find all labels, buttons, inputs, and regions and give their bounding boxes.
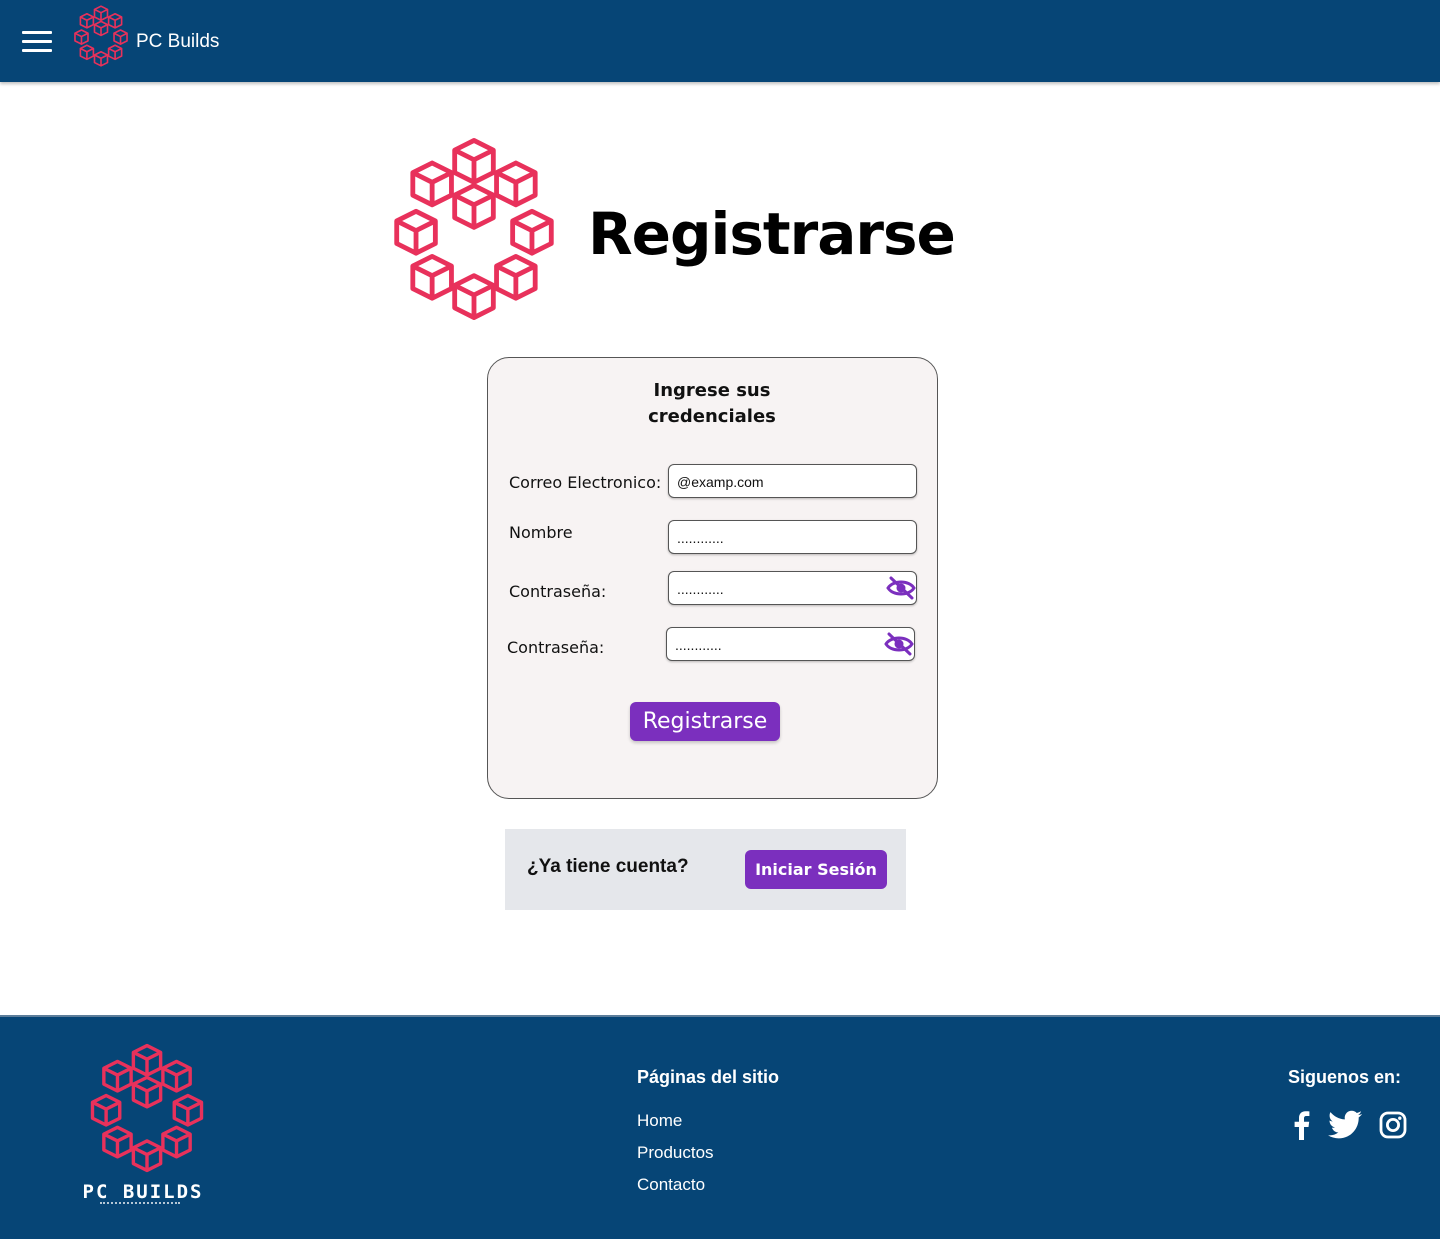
top-navbar: PC Builds (0, 0, 1440, 82)
footer-link-productos[interactable]: Productos (637, 1143, 714, 1163)
login-question: ¿Ya tiene cuenta? (527, 856, 689, 877)
social-heading: Siguenos en: (1288, 1067, 1402, 1087)
instagram-icon[interactable] (1379, 1110, 1407, 1140)
register-button[interactable]: Registrarse (630, 702, 780, 741)
email-field[interactable]: @examp.com (668, 464, 917, 498)
footer-brand: PC BUILDS (82, 1181, 204, 1203)
confirm-password-field[interactable]: ............ (666, 627, 915, 661)
eye-off-icon[interactable] (884, 631, 914, 657)
form-title: Ingrese sus credenciales (488, 378, 936, 430)
email-label: Correo Electronico: (509, 473, 662, 492)
password-label: Contraseña: (509, 582, 607, 601)
form-title-line: credenciales (648, 406, 776, 427)
divider (100, 1202, 180, 1204)
footer-link-contacto[interactable]: Contacto (637, 1175, 705, 1195)
brand-name[interactable]: PC Builds (136, 31, 219, 53)
logo-icon (84, 1041, 210, 1175)
eye-off-icon[interactable] (886, 575, 916, 601)
pages-heading: Páginas del sitio (637, 1067, 780, 1087)
logo-icon[interactable] (72, 4, 130, 68)
login-button[interactable]: Iniciar Sesión (745, 850, 887, 889)
footer-link-home[interactable]: Home (637, 1111, 682, 1131)
twitter-icon[interactable] (1328, 1110, 1363, 1140)
form-title-line: Ingrese sus (653, 380, 771, 401)
confirm-password-label: Contraseña: (507, 638, 605, 657)
password-field[interactable]: ............ (668, 571, 917, 605)
name-label: Nombre (509, 523, 573, 542)
logo-icon (388, 134, 560, 324)
footer: PC BUILDS Páginas del sitio Home Product… (0, 1015, 1440, 1239)
register-form: Ingrese sus credenciales Correo Electron… (487, 357, 938, 799)
facebook-icon[interactable] (1292, 1110, 1310, 1140)
page-title: Registrarse (588, 200, 956, 268)
login-prompt: ¿Ya tiene cuenta? Iniciar Sesión (505, 829, 906, 910)
name-field[interactable]: ............ (668, 520, 917, 554)
menu-icon[interactable] (22, 31, 52, 53)
